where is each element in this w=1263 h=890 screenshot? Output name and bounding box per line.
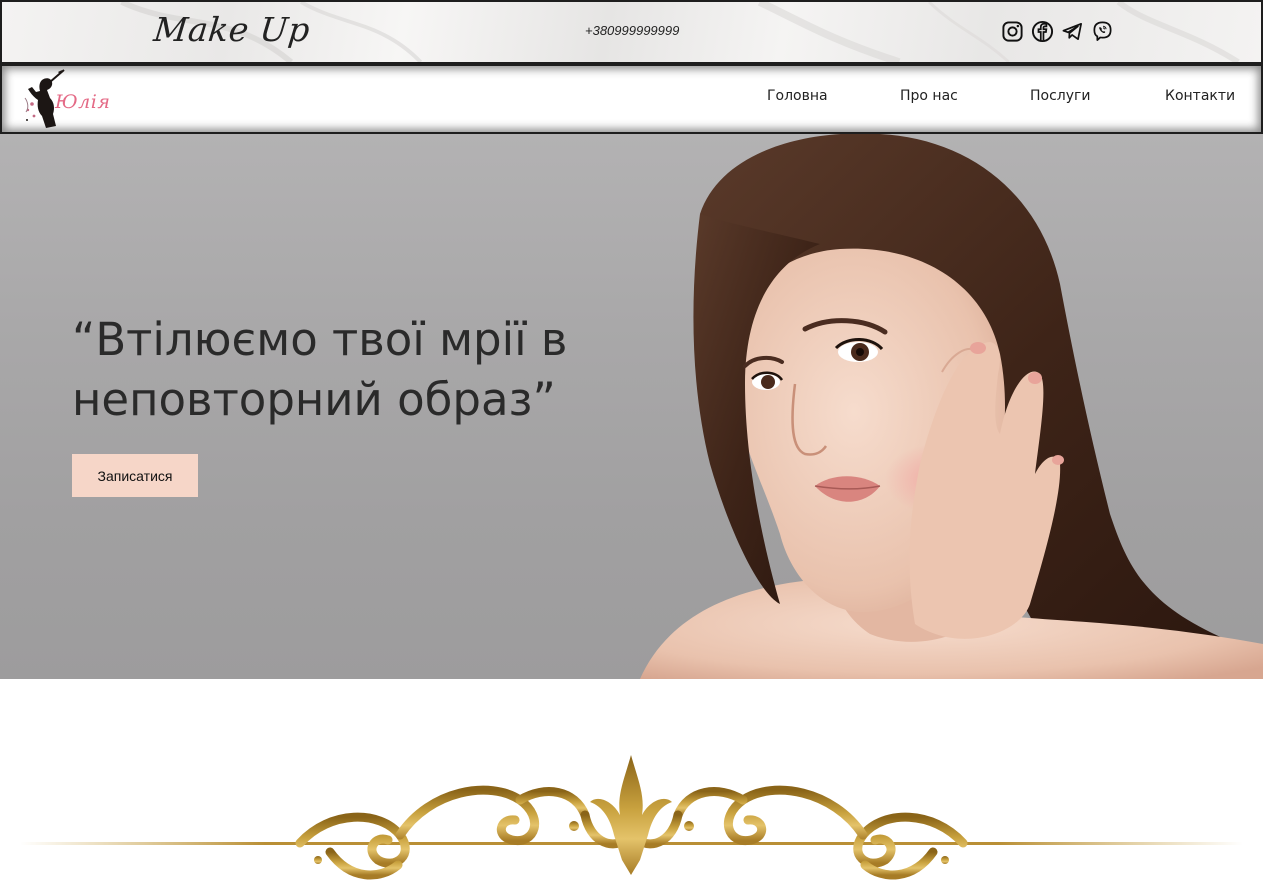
viber-icon[interactable] bbox=[1091, 20, 1114, 43]
gold-ornament-divider bbox=[20, 755, 1243, 880]
telegram-icon[interactable] bbox=[1061, 20, 1084, 43]
nav-link-services[interactable]: Послуги bbox=[1030, 88, 1090, 104]
social-links bbox=[1001, 20, 1114, 43]
brand-title: Make Up bbox=[151, 10, 312, 49]
main-navigation: Юлія Головна Про нас Послуги Контакти bbox=[0, 64, 1263, 134]
facebook-icon[interactable] bbox=[1031, 20, 1054, 43]
hero-headline-line-1: “Втілюємо твої мрії в bbox=[72, 313, 568, 366]
phone-number[interactable]: +380999999999 bbox=[585, 23, 679, 38]
logo-text[interactable]: Юлія bbox=[55, 91, 110, 113]
nav-link-home[interactable]: Головна bbox=[767, 88, 828, 104]
instagram-icon[interactable] bbox=[1001, 20, 1024, 43]
hero-banner: “Втілюємо твої мрії в неповторний образ”… bbox=[0, 134, 1263, 679]
book-appointment-button[interactable]: Записатися bbox=[72, 454, 198, 497]
hero-headline-line-2: неповторний образ” bbox=[72, 373, 556, 426]
nav-link-about[interactable]: Про нас bbox=[900, 88, 958, 104]
top-bar: Make Up +380999999999 bbox=[0, 0, 1263, 64]
nav-link-contacts[interactable]: Контакти bbox=[1165, 88, 1235, 104]
hero-headline: “Втілюємо твої мрії в неповторний образ” bbox=[72, 310, 672, 430]
